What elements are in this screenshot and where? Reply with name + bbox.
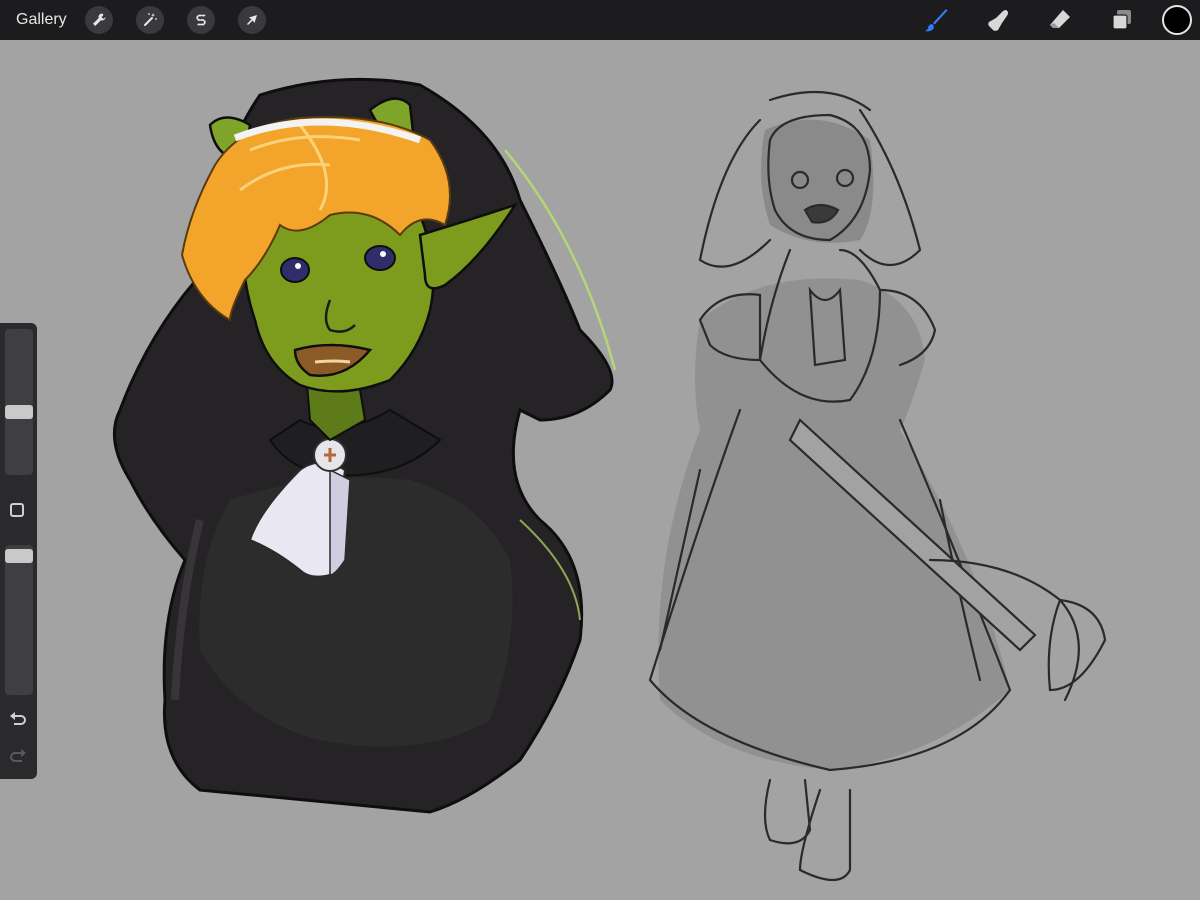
- smudge-finger-icon: [988, 10, 1008, 31]
- selection-s-icon: [196, 14, 206, 26]
- adjustments-button[interactable]: [135, 6, 164, 34]
- brush-size-thumb[interactable]: [5, 405, 33, 419]
- eraser-icon: [1050, 10, 1070, 28]
- top-toolbar: Gallery: [0, 0, 1200, 40]
- magic-wand-icon: [143, 13, 157, 26]
- opacity-thumb[interactable]: [5, 549, 33, 563]
- modify-square-button[interactable]: [10, 503, 24, 517]
- smudge-tool-button[interactable]: [978, 0, 1018, 40]
- wrench-icon: [92, 13, 106, 26]
- layers-icon: [1112, 10, 1131, 30]
- transform-button[interactable]: [237, 6, 266, 34]
- arrow-cursor-icon: [246, 15, 257, 25]
- actions-button[interactable]: [84, 6, 113, 34]
- selection-button[interactable]: [186, 6, 215, 34]
- right-tool-group: [894, 0, 1200, 40]
- layers-button[interactable]: [1102, 0, 1142, 40]
- color-picker-button[interactable]: [1162, 5, 1192, 35]
- brush-size-slider[interactable]: [5, 329, 33, 475]
- eraser-tool-button[interactable]: [1040, 0, 1080, 40]
- brush-icon: [925, 9, 948, 32]
- redo-icon[interactable]: [8, 748, 28, 766]
- gallery-button[interactable]: Gallery: [16, 11, 67, 29]
- opacity-slider[interactable]: [5, 545, 33, 695]
- undo-icon[interactable]: [8, 711, 28, 729]
- drawing-canvas[interactable]: [0, 40, 1200, 900]
- brush-sidebar: [0, 323, 37, 779]
- brush-tool-button[interactable]: [916, 0, 956, 40]
